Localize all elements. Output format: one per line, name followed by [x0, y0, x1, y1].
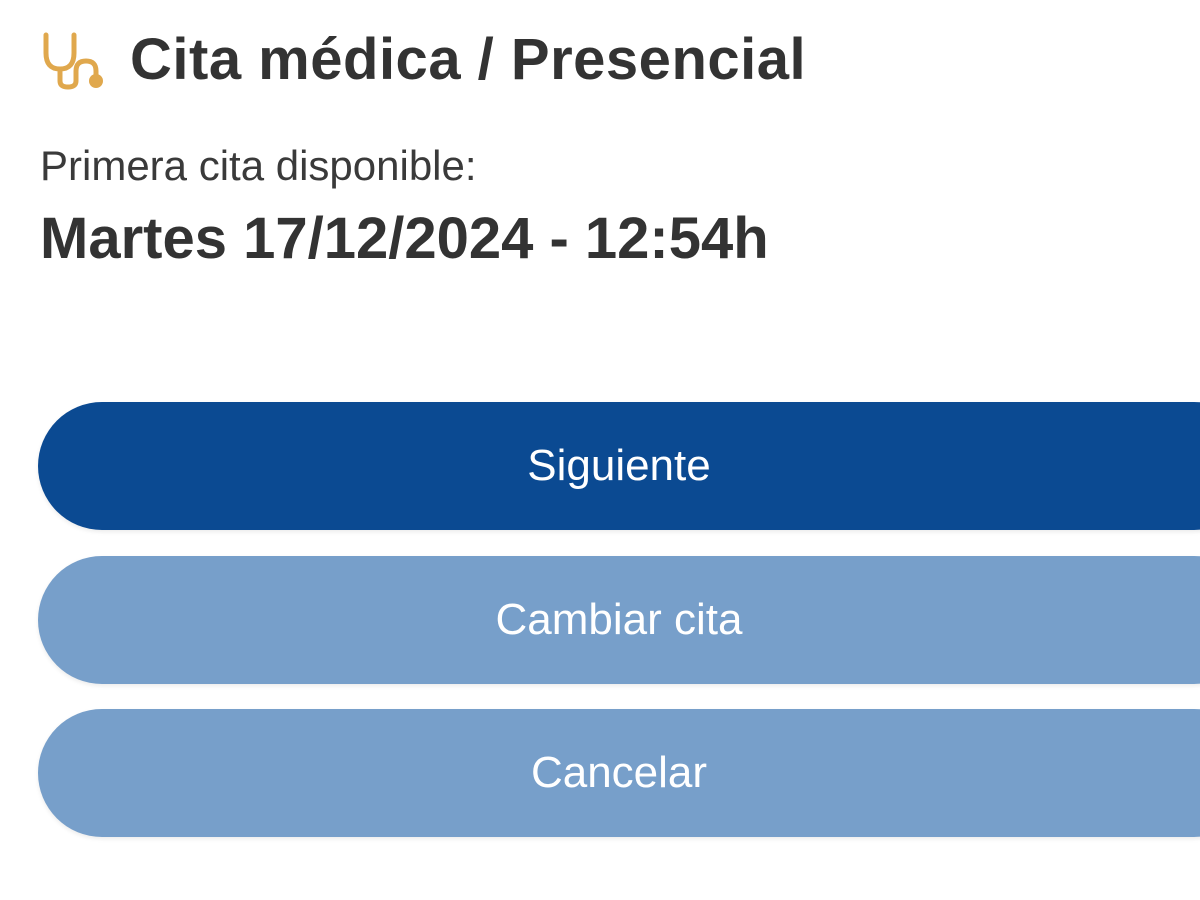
first-available-label: Primera cita disponible:	[40, 142, 477, 189]
header: Cita médica / Presencial	[40, 24, 806, 94]
appointment-datetime: Martes 17/12/2024 - 12:54h	[40, 206, 769, 271]
change-appointment-button[interactable]: Cambiar cita	[38, 556, 1200, 684]
cancel-button[interactable]: Cancelar	[38, 709, 1200, 837]
cancel-button-label: Cancelar	[530, 748, 708, 797]
change-appointment-button-label: Cambiar cita	[495, 595, 743, 644]
page-title: Cita médica / Presencial	[130, 26, 807, 92]
next-button[interactable]: Siguiente	[38, 402, 1200, 530]
next-button-label: Siguiente	[527, 441, 711, 490]
stethoscope-icon	[40, 27, 112, 91]
appointment-screen: Cita médica / Presencial Primera cita di…	[0, 0, 1200, 900]
